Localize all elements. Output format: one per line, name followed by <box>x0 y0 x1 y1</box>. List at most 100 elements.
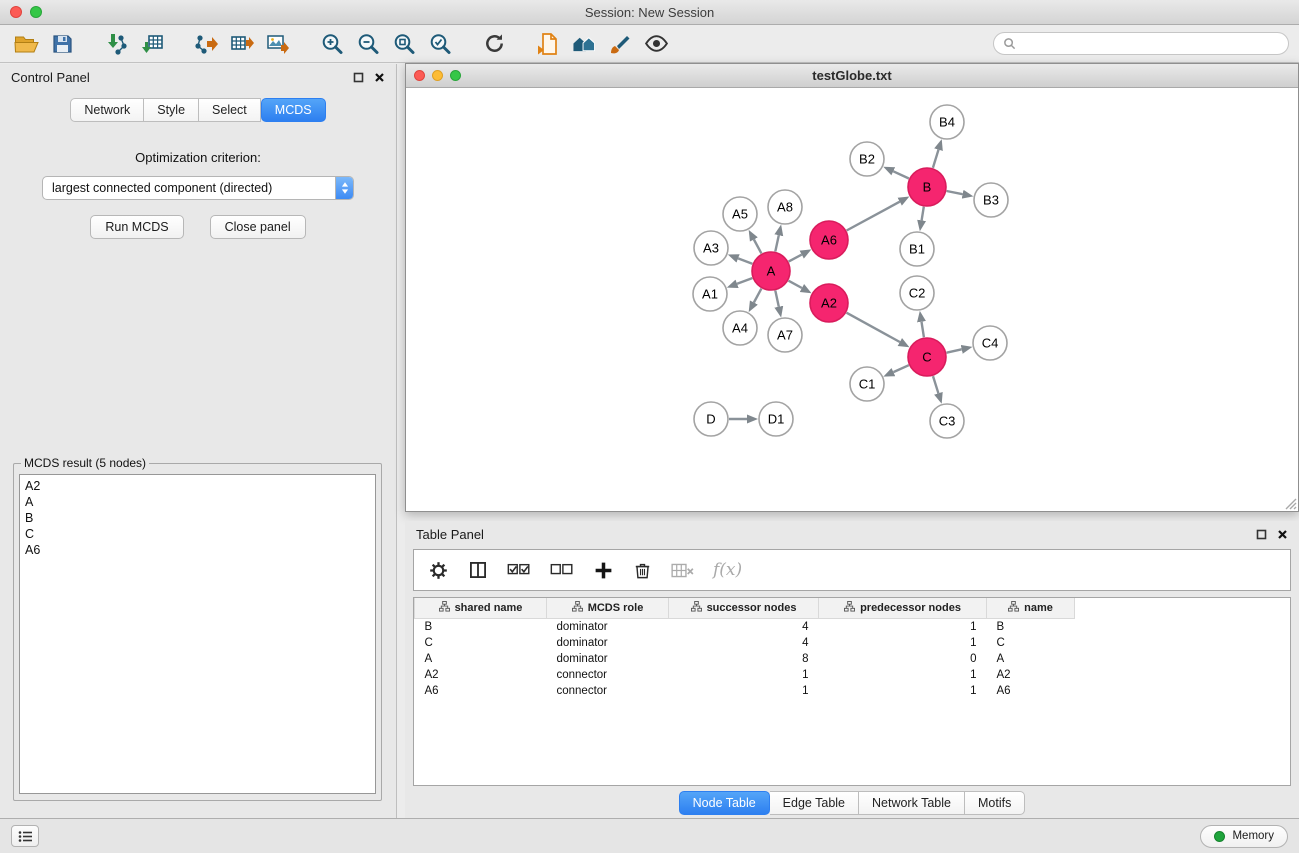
table-cell[interactable]: A <box>987 651 1075 667</box>
zoom-selected-button[interactable] <box>424 29 456 59</box>
graph-edge-A-A1[interactable] <box>737 278 752 284</box>
zoom-out-button[interactable] <box>352 29 384 59</box>
table-cell[interactable]: A2 <box>987 667 1075 683</box>
float-panel-icon[interactable] <box>353 72 364 83</box>
column-header-shared-name[interactable]: shared name <box>415 598 547 619</box>
table-settings-button[interactable] <box>428 560 449 581</box>
table-cell[interactable]: connector <box>547 667 669 683</box>
network-canvas[interactable]: B4B2BB3A5A8A6A3B1AA1C2A2A4A7C4CC1C3DD1 <box>406 88 1298 511</box>
graph-edge-C-C3[interactable] <box>933 376 938 393</box>
run-mcds-button[interactable]: Run MCDS <box>90 215 183 239</box>
zoom-in-button[interactable] <box>316 29 348 59</box>
table-cell[interactable]: C <box>987 635 1075 651</box>
open-file-button[interactable] <box>10 29 42 59</box>
save-session-button[interactable] <box>46 29 78 59</box>
table-tab-node-table[interactable]: Node Table <box>679 791 770 815</box>
graph-edge-B-B4[interactable] <box>933 150 939 168</box>
table-tab-network-table[interactable]: Network Table <box>859 791 965 815</box>
graph-node-A7[interactable]: A7 <box>768 318 802 352</box>
import-network-button[interactable] <box>100 29 132 59</box>
refresh-button[interactable] <box>478 29 510 59</box>
graph-edge-B-B2[interactable] <box>893 171 909 178</box>
graph-edge-A6-B[interactable] <box>847 202 900 231</box>
column-header-successor-nodes[interactable]: successor nodes <box>669 598 819 619</box>
table-cell[interactable]: B <box>987 619 1075 635</box>
table-cell[interactable]: connector <box>547 683 669 699</box>
mcds-result-item[interactable]: A2 <box>25 478 370 494</box>
table-cell[interactable]: 1 <box>819 619 987 635</box>
graph-node-B4[interactable]: B4 <box>930 105 964 139</box>
table-cell[interactable]: 1 <box>819 667 987 683</box>
function-builder-button[interactable]: f(x) <box>713 560 742 580</box>
table-tab-edge-table[interactable]: Edge Table <box>770 791 859 815</box>
node-table-area[interactable]: shared nameMCDS rolesuccessor nodesprede… <box>413 597 1291 786</box>
table-cell[interactable]: dominator <box>547 651 669 667</box>
graph-edge-A-A6[interactable] <box>789 255 802 262</box>
graph-node-D1[interactable]: D1 <box>759 402 793 436</box>
memory-button[interactable]: Memory <box>1200 825 1288 848</box>
graph-edge-A-A7[interactable] <box>775 291 779 307</box>
graph-node-A3[interactable]: A3 <box>694 231 728 265</box>
delete-column-button[interactable] <box>633 561 652 580</box>
graph-edge-A-A5[interactable] <box>754 240 762 254</box>
resize-grip-icon[interactable] <box>1284 497 1297 510</box>
table-cell[interactable]: A <box>415 651 547 667</box>
apply-style-button[interactable] <box>604 29 636 59</box>
show-panels-button[interactable] <box>11 825 39 847</box>
graph-node-A2[interactable]: A2 <box>810 284 848 322</box>
graph-node-A5[interactable]: A5 <box>723 197 757 231</box>
graph-node-A8[interactable]: A8 <box>768 190 802 224</box>
graph-node-C1[interactable]: C1 <box>850 367 884 401</box>
graph-node-D[interactable]: D <box>694 402 728 436</box>
graph-node-C3[interactable]: C3 <box>930 404 964 438</box>
table-cell[interactable]: 0 <box>819 651 987 667</box>
table-cell[interactable]: dominator <box>547 619 669 635</box>
graph-edge-B-B3[interactable] <box>947 191 963 194</box>
table-cell[interactable]: 1 <box>669 667 819 683</box>
graph-edge-A-A4[interactable] <box>754 289 762 303</box>
control-tab-network[interactable]: Network <box>70 98 144 122</box>
mcds-result-item[interactable]: C <box>25 526 370 542</box>
graph-edge-B-B1[interactable] <box>922 207 924 221</box>
network-overview-button[interactable] <box>568 29 600 59</box>
search-box[interactable] <box>993 32 1289 55</box>
graph-edge-A-A2[interactable] <box>789 281 802 288</box>
table-cell[interactable]: 1 <box>819 683 987 699</box>
float-table-panel-icon[interactable] <box>1256 529 1267 540</box>
export-table-button[interactable] <box>226 29 258 59</box>
create-column-button[interactable] <box>593 560 614 581</box>
close-panel-icon[interactable] <box>374 72 385 83</box>
graph-node-C4[interactable]: C4 <box>973 326 1007 360</box>
mcds-result-item[interactable]: A6 <box>25 542 370 558</box>
column-header-MCDS-role[interactable]: MCDS role <box>547 598 669 619</box>
new-session-from-file-button[interactable] <box>532 29 564 59</box>
table-cell[interactable]: 8 <box>669 651 819 667</box>
graph-edge-A-A8[interactable] <box>775 235 779 251</box>
close-panel-button[interactable]: Close panel <box>210 215 306 239</box>
export-image-button[interactable] <box>262 29 294 59</box>
table-cell[interactable]: A2 <box>415 667 547 683</box>
show-hide-button[interactable] <box>640 29 672 59</box>
table-tab-motifs[interactable]: Motifs <box>965 791 1025 815</box>
export-network-button[interactable] <box>190 29 222 59</box>
graph-node-A1[interactable]: A1 <box>693 277 727 311</box>
criterion-dropdown[interactable]: largest connected component (directed) <box>42 176 354 200</box>
graph-edge-A-A3[interactable] <box>738 258 752 263</box>
graph-node-A6[interactable]: A6 <box>810 221 848 259</box>
table-cell[interactable]: B <box>415 619 547 635</box>
import-table-button[interactable] <box>136 29 168 59</box>
control-tab-style[interactable]: Style <box>144 98 199 122</box>
mcds-result-item[interactable]: B <box>25 510 370 526</box>
table-cell[interactable]: 1 <box>669 683 819 699</box>
close-table-panel-icon[interactable] <box>1277 529 1288 540</box>
control-tab-mcds[interactable]: MCDS <box>261 98 326 122</box>
graph-node-C[interactable]: C <box>908 338 946 376</box>
show-columns-button[interactable] <box>468 560 488 580</box>
network-graph[interactable]: B4B2BB3A5A8A6A3B1AA1C2A2A4A7C4CC1C3DD1 <box>406 88 1298 511</box>
graph-edge-C-C4[interactable] <box>947 349 962 352</box>
graph-node-A4[interactable]: A4 <box>723 311 757 345</box>
graph-node-B1[interactable]: B1 <box>900 232 934 266</box>
graph-node-B[interactable]: B <box>908 168 946 206</box>
deselect-all-button[interactable] <box>550 562 574 578</box>
table-cell[interactable]: dominator <box>547 635 669 651</box>
